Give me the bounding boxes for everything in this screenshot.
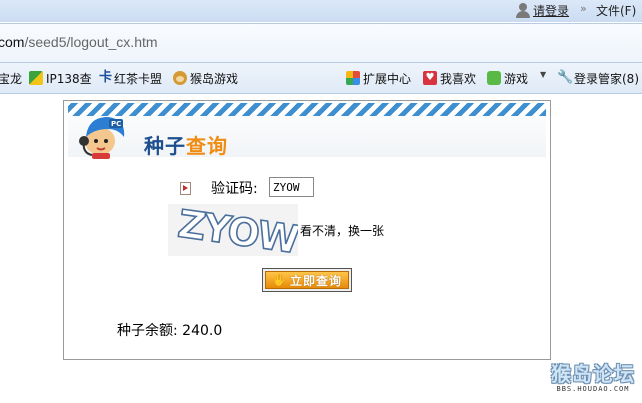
favorites-button[interactable]: ♥ 我喜欢 [423, 70, 476, 86]
login-link-label: 请登录 [533, 3, 570, 18]
hand-icon: ✋ [272, 273, 287, 287]
bookmark-label: 宝龙 [0, 71, 23, 86]
toolbar-label: 登录管家(8) [574, 71, 639, 86]
file-menu[interactable]: 文件(F) [596, 2, 636, 19]
captcha-input[interactable] [269, 177, 314, 197]
bookmark-baolong[interactable]: 宝龙 [0, 70, 22, 86]
bookmark-label: 猴岛游戏 [190, 71, 239, 86]
panel-header: PC 种子查询 [68, 103, 546, 159]
extension-icon [346, 71, 360, 85]
svg-text:PC: PC [111, 120, 121, 128]
login-link[interactable]: 请登录 [516, 1, 569, 19]
captcha-label: 验证码: [211, 181, 258, 197]
bookmark-label: 红茶卡盟 [114, 71, 163, 86]
extension-center-button[interactable]: 扩展中心 [346, 70, 411, 86]
address-bar[interactable]: com/seed5/logout_cx.htm [0, 23, 642, 63]
toolbar-label: 游戏 [504, 71, 529, 86]
title-part-query: 查询 [186, 134, 228, 158]
watermark-sub: BBS.HOUDAO.COM [556, 385, 630, 393]
login-manager-button[interactable]: 🔧 登录管家(8) [557, 70, 639, 86]
seed-balance: 种子余额: 240.0 [117, 323, 223, 339]
url-text[interactable]: com/seed5/logout_cx.htm [0, 34, 158, 50]
query-button-label: 立即查询 [289, 273, 342, 288]
hongcha-icon: 卡 [99, 70, 113, 85]
game-icon [487, 71, 501, 85]
bookmark-label: IP138查 [46, 71, 92, 86]
user-icon [516, 2, 530, 18]
seed-query-panel: PC 种子查询 验证码: ZYOW 看不清，换一张 ✋ 立即查询 种子余额: 2… [63, 100, 551, 360]
toolbar-label: 我喜欢 [440, 71, 477, 86]
page-title: 种子查询 [144, 130, 228, 159]
games-button[interactable]: 游戏 [487, 70, 528, 86]
browser-title-strip: 请登录 » 文件(F) [0, 0, 642, 22]
query-now-button[interactable]: ✋ 立即查询 [262, 268, 352, 292]
captcha-image[interactable]: ZYOW [168, 204, 298, 256]
mascot-icon: PC [79, 117, 125, 159]
bookmark-ip138[interactable]: IP138查 [29, 70, 92, 86]
ip138-icon [29, 71, 43, 85]
query-button-face: ✋ 立即查询 [265, 271, 349, 289]
bookmarks-toolbar: 宝龙 IP138查 卡 红茶卡盟 猴岛游戏 扩展中心 ♥ 我喜欢 游戏 ▼ 🔧 … [0, 63, 642, 94]
more-chevron-icon[interactable]: » [580, 2, 587, 15]
toolbar-label: 扩展中心 [363, 71, 412, 86]
games-dropdown-icon[interactable]: ▼ [540, 70, 546, 79]
wrench-icon: 🔧 [557, 70, 574, 85]
houdao-forum-watermark: 猴岛论坛 BBS.HOUDAO.COM [547, 363, 639, 393]
header-stripe-border [68, 103, 546, 116]
bookmark-hongcha[interactable]: 卡 红茶卡盟 [99, 70, 162, 86]
watermark-main: 猴岛论坛 [551, 362, 635, 386]
title-part-seed: 种子 [144, 134, 186, 158]
bookmark-houdao-games[interactable]: 猴岛游戏 [173, 70, 238, 86]
bullet-arrow-icon [180, 182, 191, 195]
refresh-captcha-link[interactable]: 看不清，换一张 [300, 222, 384, 239]
url-host: com [0, 34, 25, 50]
monkey-icon [173, 71, 187, 85]
heart-icon: ♥ [423, 71, 437, 85]
url-path: /seed5/logout_cx.htm [24, 34, 158, 50]
